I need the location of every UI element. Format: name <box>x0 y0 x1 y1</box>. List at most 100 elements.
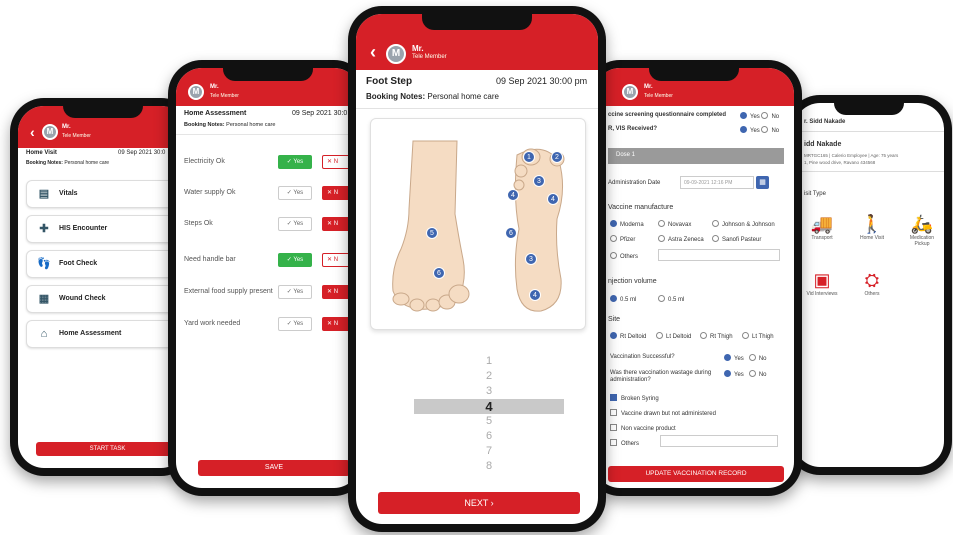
q-wastage-options[interactable]: Yes No <box>724 370 766 378</box>
task-his-encounter[interactable]: ✚ HIS Encounter <box>26 215 184 243</box>
marker-top-1[interactable]: 5 <box>426 227 438 239</box>
screen: M Mr. Tele Member ccine screening questi… <box>594 68 794 488</box>
yes-toggle[interactable]: ✓ Yes <box>278 186 312 200</box>
picker-option[interactable]: 6 <box>414 429 564 444</box>
avatar: M <box>42 124 58 140</box>
update-vaccination-button[interactable]: UPDATE VACCINATION RECORD <box>608 466 784 482</box>
others-input[interactable] <box>658 249 780 261</box>
row-yard-work: Yard work needed ✓ Yes ✕ N <box>184 315 360 335</box>
feet-icon: 👣 <box>37 258 51 270</box>
user-name: Mr. <box>644 84 653 90</box>
reason-broken[interactable]: Broken Syring <box>610 394 659 402</box>
marker-sole-1[interactable]: 1 <box>523 151 535 163</box>
task-foot-check[interactable]: 👣 Foot Check <box>26 250 184 278</box>
start-task-button[interactable]: START TASK <box>36 442 179 456</box>
service-others[interactable]: ⛭ Others <box>852 269 892 297</box>
opt-rt-deltoid[interactable]: Rt Deltoid <box>610 332 646 340</box>
phone-vaccination: M Mr. Tele Member ccine screening questi… <box>586 60 802 496</box>
calendar-icon[interactable]: ▦ <box>756 176 769 189</box>
manufacturer-label: Vaccine manufacture <box>608 204 674 211</box>
yes-toggle[interactable]: ✓ Yes <box>278 285 312 299</box>
user-role: Tele Member <box>62 133 91 139</box>
admin-date-label: Administration Date <box>608 180 661 186</box>
next-button[interactable]: NEXT › <box>378 492 580 514</box>
phone-foot-step: ‹ M Mr. Tele Member Foot Step 09 Sep 202… <box>348 6 606 532</box>
picker-option[interactable]: 8 <box>414 459 564 474</box>
service-home-visit[interactable]: 🚶 Home Visit <box>852 213 892 241</box>
opt-rt-thigh[interactable]: Rt Thigh <box>700 332 733 340</box>
marker-sole-3[interactable]: 3 <box>533 175 545 187</box>
patient-address: 1, Pine wood drive, Ravano 434568 <box>804 160 876 165</box>
q-success-options[interactable]: Yes No <box>724 354 766 362</box>
picker-option[interactable]: 1 <box>414 354 564 369</box>
task-label: HIS Encounter <box>59 225 108 232</box>
q-screening-options[interactable]: Yes No <box>740 112 779 120</box>
opt-novavax[interactable]: Novavax <box>658 220 691 228</box>
notch <box>834 103 904 115</box>
service-transport[interactable]: 🚚 Transport <box>802 213 842 241</box>
dose-section[interactable]: Dose 1 <box>608 148 784 164</box>
opt-astra[interactable]: Astra Zeneca <box>658 235 704 243</box>
screen: r. Sidd Nakade idd Nakade MRTGC165 | Cal… <box>794 103 944 467</box>
service-video[interactable]: ▣ Vid Interviews <box>802 269 842 297</box>
task-label: Vitals <box>59 190 78 197</box>
picker-option[interactable]: 2 <box>414 369 564 384</box>
home-icon: ⌂ <box>40 328 48 340</box>
scooter-icon: 🛵 <box>910 214 934 234</box>
opt-others[interactable]: Others <box>610 252 638 260</box>
opt-moderna[interactable]: Moderna <box>610 220 644 228</box>
back-arrow-icon[interactable]: ‹ <box>370 42 376 63</box>
row-electricity: Electricity Ok ✓ Yes ✕ N <box>184 153 360 173</box>
picker-option[interactable]: 3 <box>414 384 564 399</box>
marker-sole-7[interactable]: 3 <box>525 253 537 265</box>
reason-others[interactable]: Others <box>610 439 639 447</box>
yes-toggle[interactable]: ✓ Yes <box>278 155 312 169</box>
q-success: Vaccination Successful? <box>610 354 675 360</box>
screen: ‹ M Mr. Tele Member Home Visit 09 Sep 20… <box>18 106 187 468</box>
task-wound-check[interactable]: ▦ Wound Check <box>26 285 184 313</box>
marker-sole-6[interactable]: 6 <box>505 227 517 239</box>
task-home-assessment[interactable]: ⌂ Home Assessment <box>26 320 184 348</box>
opt-jnj[interactable]: Johnson & Johnson <box>712 220 775 228</box>
visit-date: 09 Sep 2021 30:00 pm <box>496 76 588 86</box>
wound-icon: ▦ <box>38 293 50 305</box>
opt-lt-deltoid[interactable]: Lt Deltoid <box>656 332 691 340</box>
opt-volume-1[interactable]: 0.5 ml <box>610 295 636 303</box>
marker-sole-4[interactable]: 4 <box>507 189 519 201</box>
back-arrow-icon[interactable]: ‹ <box>30 124 35 140</box>
number-picker[interactable]: 1 2 3 4 5 6 7 8 <box>414 354 564 474</box>
q-wastage-2: administration? <box>610 377 651 383</box>
phone-home-assessment: M Mr. Tele Member Home Assessment 09 Sep… <box>168 60 368 496</box>
opt-volume-2[interactable]: 0.5 ml <box>658 295 684 303</box>
save-button[interactable]: SAVE <box>198 460 350 476</box>
patient-name: idd Nakade <box>804 141 842 148</box>
transport-icon: 🚚 <box>810 214 834 234</box>
reason-others-input[interactable] <box>660 435 778 447</box>
yes-toggle[interactable]: ✓ Yes <box>278 217 312 231</box>
user-role: Tele Member <box>210 93 239 99</box>
app-showcase: ‹ M Mr. Tele Member Home Visit 09 Sep 20… <box>0 0 953 535</box>
q-vis-options[interactable]: Yes No <box>740 126 779 134</box>
task-vitals[interactable]: ▤ Vitals <box>26 180 184 208</box>
reason-not-administered[interactable]: Vaccine drawn but not administered <box>610 409 716 417</box>
reason-non-vaccine[interactable]: Non vaccine product <box>610 424 676 432</box>
phone-visit-type: r. Sidd Nakade idd Nakade MRTGC165 | Cal… <box>786 95 952 475</box>
picker-selected[interactable]: 4 <box>414 399 564 414</box>
marker-sole-2[interactable]: 2 <box>551 151 563 163</box>
marker-sole-5[interactable]: 4 <box>547 193 559 205</box>
marker-sole-8[interactable]: 4 <box>529 289 541 301</box>
q-vis: R, VIS Received? <box>608 126 658 132</box>
marker-top-2[interactable]: 6 <box>433 267 445 279</box>
q-wastage: Was there vaccination wastage during <box>610 370 712 376</box>
picker-option[interactable]: 7 <box>414 444 564 459</box>
page-title: Home Assessment <box>184 110 247 117</box>
opt-lt-thigh[interactable]: Lt Thigh <box>742 332 774 340</box>
admin-date-input[interactable]: 09-09-2021 12:16 PM <box>680 176 754 189</box>
foot-diagram[interactable]: 5 6 1 2 3 4 4 6 3 4 <box>370 118 586 330</box>
yes-toggle[interactable]: ✓ Yes <box>278 317 312 331</box>
picker-option[interactable]: 5 <box>414 414 564 429</box>
yes-toggle[interactable]: ✓ Yes <box>278 253 312 267</box>
opt-sanofi[interactable]: Sanofi Pasteur <box>712 235 761 243</box>
opt-pfizer[interactable]: Pfizer <box>610 235 635 243</box>
service-medication-pickup[interactable]: 🛵 Medication Pickup <box>902 213 942 247</box>
